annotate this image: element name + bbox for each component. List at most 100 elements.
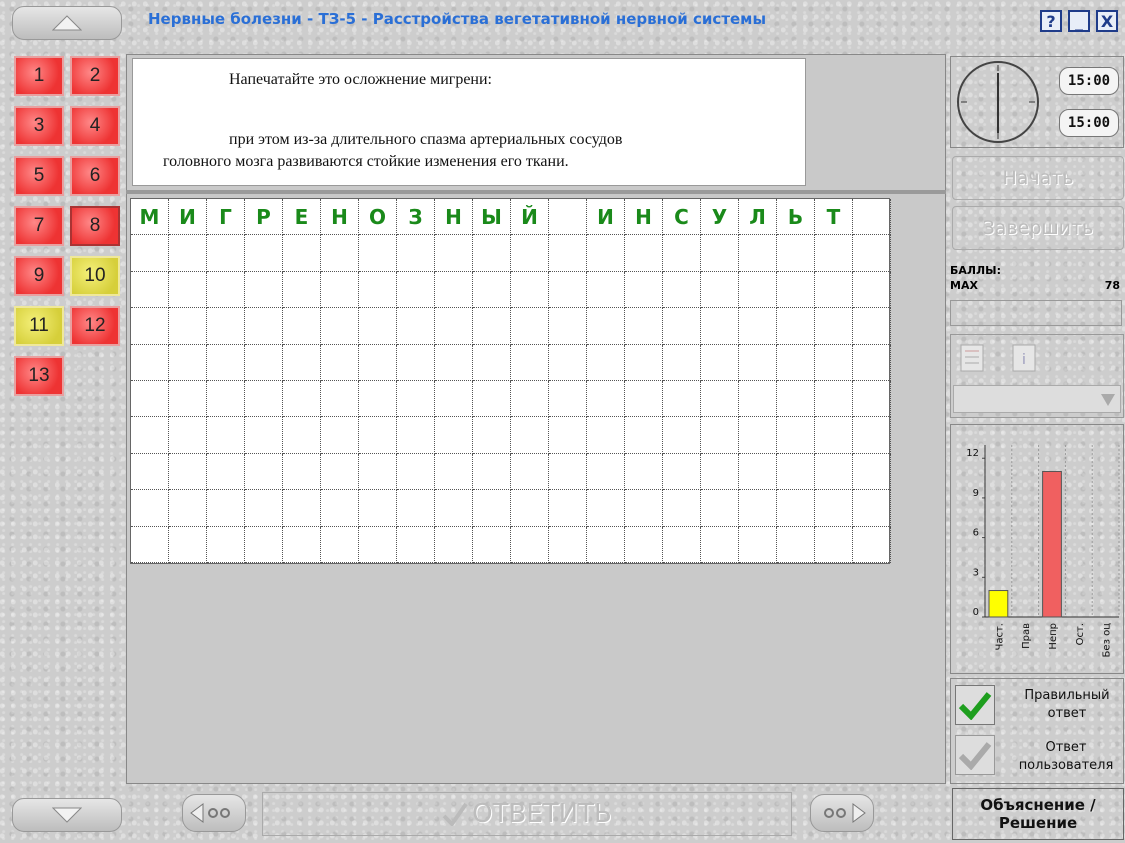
- grid-cell[interactable]: [397, 453, 435, 491]
- question-button-5[interactable]: 5: [14, 156, 64, 196]
- grid-cell[interactable]: [625, 235, 663, 272]
- grid-cell[interactable]: [815, 453, 853, 491]
- grid-cell[interactable]: [701, 453, 739, 491]
- grid-cell[interactable]: Н: [625, 199, 663, 236]
- grid-cell[interactable]: [663, 453, 701, 491]
- grid-cell[interactable]: [625, 308, 663, 345]
- grid-cell[interactable]: [397, 526, 435, 563]
- grid-cell[interactable]: [587, 271, 625, 309]
- grid-cell[interactable]: [739, 344, 777, 381]
- grid-cell[interactable]: [397, 344, 435, 381]
- grid-cell[interactable]: [587, 235, 625, 272]
- grid-cell[interactable]: [359, 308, 397, 345]
- grid-cell[interactable]: [131, 453, 169, 491]
- grid-cell[interactable]: [169, 308, 207, 345]
- scroll-down-button[interactable]: [12, 798, 122, 832]
- grid-cell[interactable]: [435, 526, 473, 563]
- grid-cell[interactable]: [549, 199, 587, 236]
- grid-cell[interactable]: [397, 381, 435, 418]
- grid-cell[interactable]: [245, 417, 283, 454]
- grid-cell[interactable]: [283, 526, 321, 563]
- grid-cell[interactable]: Т: [815, 199, 853, 236]
- grid-cell[interactable]: Г: [207, 199, 245, 236]
- grid-cell[interactable]: [321, 308, 359, 345]
- grid-cell[interactable]: [207, 453, 245, 491]
- grid-cell[interactable]: [853, 417, 891, 454]
- grid-cell[interactable]: [169, 381, 207, 418]
- question-button-4[interactable]: 4: [70, 106, 120, 146]
- grid-cell[interactable]: [207, 526, 245, 563]
- grid-cell[interactable]: С: [663, 199, 701, 236]
- grid-cell[interactable]: [169, 271, 207, 309]
- grid-cell[interactable]: [321, 271, 359, 309]
- grid-cell[interactable]: [397, 308, 435, 345]
- grid-cell[interactable]: [587, 344, 625, 381]
- grid-cell[interactable]: И: [587, 199, 625, 236]
- grid-cell[interactable]: [131, 271, 169, 309]
- grid-cell[interactable]: [549, 526, 587, 563]
- grid-cell[interactable]: [739, 526, 777, 563]
- grid-cell[interactable]: [473, 417, 511, 454]
- grid-cell[interactable]: [625, 490, 663, 527]
- document-list-icon[interactable]: [959, 341, 987, 373]
- grid-cell[interactable]: [701, 417, 739, 454]
- grid-cell[interactable]: [739, 271, 777, 309]
- grid-cell[interactable]: [397, 271, 435, 309]
- grid-cell[interactable]: [169, 417, 207, 454]
- grid-cell[interactable]: [853, 271, 891, 309]
- grid-cell[interactable]: [283, 453, 321, 491]
- grid-cell[interactable]: [853, 199, 891, 236]
- grid-cell[interactable]: Р: [245, 199, 283, 236]
- grid-cell[interactable]: [549, 381, 587, 418]
- grid-cell[interactable]: [853, 235, 891, 272]
- grid-cell[interactable]: [739, 417, 777, 454]
- grid-cell[interactable]: [587, 453, 625, 491]
- question-button-1[interactable]: 1: [14, 56, 64, 96]
- grid-cell[interactable]: [853, 490, 891, 527]
- grid-cell[interactable]: [777, 453, 815, 491]
- grid-cell[interactable]: [245, 235, 283, 272]
- grid-cell[interactable]: [169, 453, 207, 491]
- question-button-3[interactable]: 3: [14, 106, 64, 146]
- grid-cell[interactable]: [283, 381, 321, 418]
- grid-cell[interactable]: [169, 344, 207, 381]
- grid-cell[interactable]: О: [359, 199, 397, 236]
- grid-cell[interactable]: [435, 308, 473, 345]
- grid-cell[interactable]: [435, 344, 473, 381]
- grid-cell[interactable]: [359, 271, 397, 309]
- grid-cell[interactable]: [245, 381, 283, 418]
- grid-cell[interactable]: [397, 490, 435, 527]
- grid-cell[interactable]: [511, 490, 549, 527]
- grid-cell[interactable]: Н: [321, 199, 359, 236]
- grid-cell[interactable]: [131, 344, 169, 381]
- grid-cell[interactable]: [435, 235, 473, 272]
- grid-cell[interactable]: [777, 526, 815, 563]
- explanation-button[interactable]: Объяснение / Решение: [952, 788, 1124, 840]
- grid-cell[interactable]: [321, 490, 359, 527]
- grid-cell[interactable]: Й: [511, 199, 549, 236]
- grid-cell[interactable]: [625, 453, 663, 491]
- grid-cell[interactable]: [587, 417, 625, 454]
- grid-cell[interactable]: [853, 381, 891, 418]
- grid-cell[interactable]: [511, 417, 549, 454]
- grid-cell[interactable]: [359, 235, 397, 272]
- grid-cell[interactable]: [815, 526, 853, 563]
- grid-cell[interactable]: [131, 308, 169, 345]
- grid-cell[interactable]: [245, 453, 283, 491]
- help-button[interactable]: ?: [1040, 10, 1062, 32]
- grid-cell[interactable]: [169, 235, 207, 272]
- grid-cell[interactable]: [435, 417, 473, 454]
- grid-cell[interactable]: [853, 526, 891, 563]
- grid-cell[interactable]: [245, 344, 283, 381]
- question-button-9[interactable]: 9: [14, 256, 64, 296]
- grid-cell[interactable]: [283, 235, 321, 272]
- grid-cell[interactable]: [131, 417, 169, 454]
- grid-cell[interactable]: [739, 381, 777, 418]
- grid-cell[interactable]: [739, 490, 777, 527]
- finish-button[interactable]: Завершить: [952, 206, 1124, 250]
- tools-dropdown[interactable]: [953, 385, 1121, 413]
- grid-cell[interactable]: [777, 235, 815, 272]
- grid-cell[interactable]: [435, 381, 473, 418]
- question-button-8[interactable]: 8: [70, 206, 120, 246]
- correct-answer-button[interactable]: [955, 685, 995, 725]
